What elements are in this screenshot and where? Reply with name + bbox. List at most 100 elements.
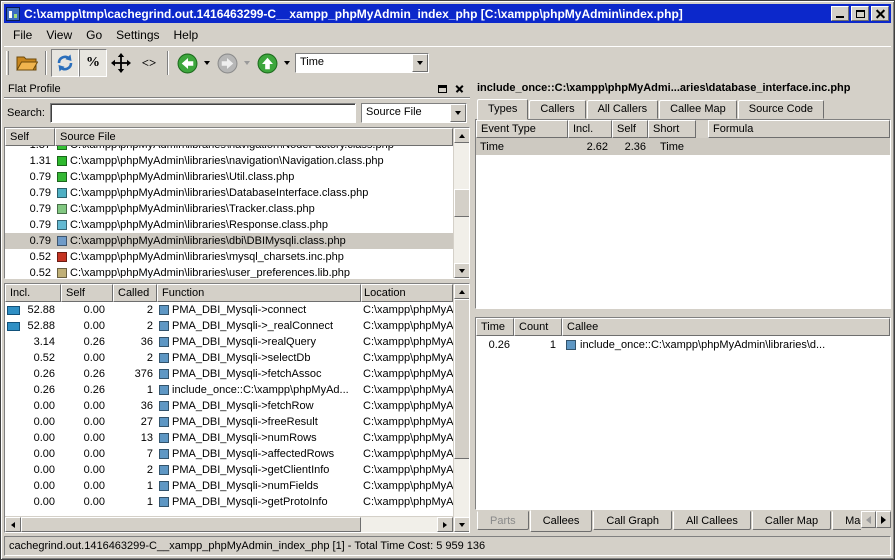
function-row[interactable]: 3.14 0.26 36 PMA_DBI_Mysqli->realQuery C… [5, 334, 453, 350]
panel-tab[interactable]: Caller Map [752, 511, 831, 530]
column-header-time[interactable]: Time [476, 318, 514, 336]
scroll-track[interactable] [454, 217, 469, 263]
column-header-location[interactable]: Location [361, 284, 453, 302]
source-file-row[interactable]: 1.37 C:\xampp\phpMyAdmin\libraries\navig… [5, 146, 453, 153]
column-header-formula[interactable]: Formula [708, 120, 890, 138]
function-row[interactable]: 0.00 0.00 27 PMA_DBI_Mysqli->freeResult … [5, 414, 453, 430]
column-header-self[interactable]: Self [612, 120, 648, 138]
panel-tab[interactable]: All Callees [673, 511, 751, 530]
function-table: Incl. Self Called Function Location 52.8… [4, 283, 470, 533]
combo-dropdown-button[interactable] [450, 104, 466, 122]
scroll-thumb[interactable] [454, 299, 469, 459]
toolbar-handle[interactable] [6, 51, 9, 75]
function-row[interactable]: 0.00 0.00 1 PMA_DBI_Mysqli->numFields C:… [5, 478, 453, 494]
callee-row[interactable]: 0.26 1 include_once::C:\xampp\phpMyAdmin… [476, 336, 890, 353]
open-file-button[interactable] [13, 49, 41, 77]
close-button[interactable] [871, 6, 889, 21]
scroll-down-button[interactable] [454, 263, 469, 278]
column-header-incl[interactable]: Incl. [5, 284, 61, 302]
scroll-up-button[interactable] [454, 128, 469, 143]
scroll-left-button[interactable] [5, 517, 21, 532]
column-header-short[interactable]: Short [648, 120, 696, 138]
back-history-dropdown[interactable] [201, 49, 213, 77]
panel-tab[interactable]: Callers [529, 100, 585, 119]
function-row[interactable]: 0.52 0.00 2 PMA_DBI_Mysqli->selectDb C:\… [5, 350, 453, 366]
menu-item[interactable]: Settings [109, 26, 166, 44]
shorten-templates-button[interactable]: <> [135, 49, 163, 77]
panel-tab[interactable]: Source Code [738, 100, 824, 119]
up-button[interactable] [253, 49, 281, 77]
function-row[interactable]: 0.00 0.00 13 PMA_DBI_Mysqli->numRows C:\… [5, 430, 453, 446]
source-file-row[interactable]: 0.79 C:\xampp\phpMyAdmin\libraries\Respo… [5, 217, 453, 233]
source-file-row[interactable]: 0.52 C:\xampp\phpMyAdmin\libraries\mysql… [5, 249, 453, 265]
minimize-button[interactable] [831, 6, 849, 21]
grouping-combobox[interactable]: Source File [361, 103, 467, 123]
column-header-callee[interactable]: Callee [562, 318, 890, 336]
scroll-track[interactable] [361, 517, 437, 532]
title-bar[interactable]: C:\xampp\tmp\cachegrind.out.1416463299-C… [4, 4, 891, 23]
scroll-thumb[interactable] [21, 517, 361, 532]
menu-item[interactable]: File [6, 26, 39, 44]
panel-tab[interactable]: Call Graph [593, 511, 672, 530]
function-row[interactable]: 0.00 0.00 2 PMA_DBI_Mysqli->getClientInf… [5, 462, 453, 478]
function-table-vscrollbar[interactable] [453, 284, 469, 532]
column-header-called[interactable]: Called [113, 284, 157, 302]
column-header-incl[interactable]: Incl. [568, 120, 612, 138]
dock-close-button[interactable] [452, 82, 466, 95]
scroll-up-button[interactable] [454, 284, 469, 299]
column-header-count[interactable]: Count [514, 318, 562, 336]
function-row[interactable]: 0.26 0.26 1 include_once::C:\xampp\phpMy… [5, 382, 453, 398]
panel-tab[interactable]: Parts [477, 511, 529, 530]
maximize-button[interactable] [851, 6, 869, 21]
up-history-dropdown[interactable] [281, 49, 293, 77]
tab-scroll-right-button[interactable] [876, 511, 891, 528]
back-button[interactable] [173, 49, 201, 77]
relative-percent-button[interactable]: % [79, 49, 107, 77]
cycle-detection-button[interactable] [51, 49, 79, 77]
relative-to-parent-button[interactable] [107, 49, 135, 77]
source-file-row[interactable]: 0.79 C:\xampp\phpMyAdmin\libraries\Datab… [5, 185, 453, 201]
column-header-source-file[interactable]: Source File [55, 128, 453, 146]
scroll-right-button[interactable] [437, 517, 453, 532]
menu-item[interactable]: Go [79, 26, 109, 44]
combo-dropdown-button[interactable] [412, 54, 428, 72]
source-file-row[interactable]: 0.79 C:\xampp\phpMyAdmin\libraries\dbi\D… [5, 233, 453, 249]
function-row[interactable]: 52.88 0.00 2 PMA_DBI_Mysqli->connect C:\… [5, 302, 453, 318]
search-row: Search: Source File [4, 100, 470, 126]
function-row[interactable]: 52.88 0.00 2 PMA_DBI_Mysqli->_realConnec… [5, 318, 453, 334]
source-file-row[interactable]: 1.31 C:\xampp\phpMyAdmin\libraries\navig… [5, 153, 453, 169]
panel-tab[interactable]: Machine [832, 511, 861, 530]
panel-tab[interactable]: Callee Map [659, 100, 737, 119]
column-header-self[interactable]: Self [61, 284, 113, 302]
scroll-thumb[interactable] [454, 189, 469, 217]
source-file-row[interactable]: 0.79 C:\xampp\phpMyAdmin\libraries\Track… [5, 201, 453, 217]
detail-splitter[interactable] [475, 309, 891, 317]
scroll-track[interactable] [454, 459, 469, 517]
panel-tab[interactable]: All Callers [587, 100, 659, 119]
event-type-row[interactable]: Time 2.62 2.36 Time [476, 138, 890, 155]
column-header-self[interactable]: Self [5, 128, 55, 146]
function-row[interactable]: 0.00 0.00 7 PMA_DBI_Mysqli->affectedRows… [5, 446, 453, 462]
source-file-icon [57, 268, 67, 278]
kcachegrind-window: { "window": { "title": "C:\\xampp\\tmp\\… [0, 0, 895, 560]
dock-float-button[interactable] [435, 82, 449, 95]
scroll-down-button[interactable] [454, 517, 469, 532]
function-row[interactable]: 0.00 0.00 1 PMA_DBI_Mysqli->getProtoInfo… [5, 494, 453, 510]
function-row[interactable]: 0.26 0.26 376 PMA_DBI_Mysqli->fetchAssoc… [5, 366, 453, 382]
search-input[interactable] [50, 103, 356, 123]
menu-item[interactable]: Help [167, 26, 206, 44]
event-type-combobox[interactable]: Time [295, 53, 429, 73]
function-table-hscrollbar[interactable] [5, 516, 453, 532]
panel-tab[interactable]: Types [477, 99, 528, 120]
dock-title-bar[interactable]: Flat Profile [4, 80, 470, 98]
source-file-row[interactable]: 0.52 C:\xampp\phpMyAdmin\libraries\user_… [5, 265, 453, 278]
column-header-event-type[interactable]: Event Type [476, 120, 568, 138]
source-file-row[interactable]: 0.79 C:\xampp\phpMyAdmin\libraries\Util.… [5, 169, 453, 185]
function-row[interactable]: 0.00 0.00 36 PMA_DBI_Mysqli->fetchRow C:… [5, 398, 453, 414]
panel-tab[interactable]: Callees [530, 510, 593, 532]
scroll-track[interactable] [454, 143, 469, 189]
column-header-function[interactable]: Function [157, 284, 361, 302]
menu-item[interactable]: View [39, 26, 79, 44]
chevron-down-icon [417, 61, 423, 65]
source-table-vscrollbar[interactable] [453, 128, 469, 278]
